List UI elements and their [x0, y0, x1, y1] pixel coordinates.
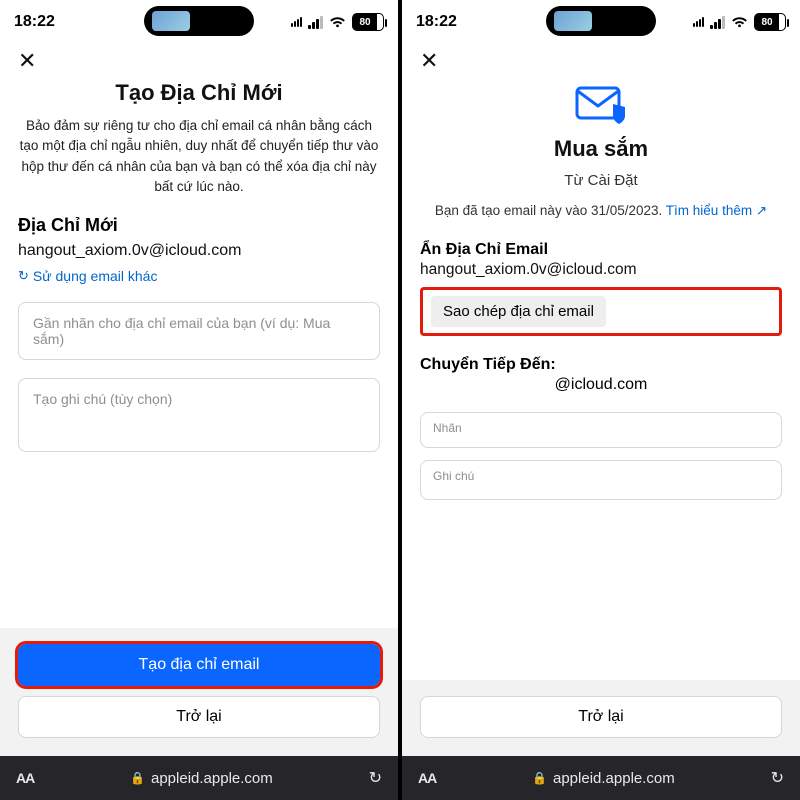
- dynamic-island: [144, 6, 254, 36]
- label-input-placeholder: Gần nhãn cho địa chỉ email của bạn (ví d…: [33, 315, 365, 347]
- island-media-thumb: [554, 11, 592, 31]
- page-subtitle: Từ Cài Đặt: [420, 172, 782, 189]
- page-title: Mua sắm: [420, 136, 782, 162]
- cellular-icon: [308, 16, 323, 29]
- back-button[interactable]: Trở lại: [18, 696, 380, 738]
- hide-email-value: hangout_axiom.0v@icloud.com: [420, 261, 782, 279]
- back-button-label: Trở lại: [578, 708, 623, 726]
- back-button[interactable]: Trở lại: [420, 696, 782, 738]
- copy-email-label: Sao chép địa chỉ email: [443, 303, 594, 320]
- footer: Tạo địa chỉ email Trở lại: [0, 628, 398, 756]
- lock-icon: 🔒: [532, 771, 547, 785]
- reload-icon[interactable]: ↻: [369, 768, 382, 788]
- new-address-label: Địa Chỉ Mới: [18, 215, 380, 236]
- audio-bars-icon: [291, 17, 302, 27]
- mail-shield-icon: [420, 84, 782, 126]
- note-field-caption: Ghi chú: [433, 469, 769, 483]
- url-text: appleid.apple.com: [553, 770, 675, 787]
- phone-left: 18:22 80 ✕ Tạo Địa Chỉ Mới Bảo đảm sự ri…: [0, 0, 400, 800]
- text-size-button[interactable]: AA: [16, 770, 34, 786]
- label-field[interactable]: Nhãn: [420, 412, 782, 448]
- page-description: Bảo đảm sự riêng tư cho địa chỉ email cá…: [18, 116, 380, 197]
- new-address-value: hangout_axiom.0v@icloud.com: [18, 242, 380, 260]
- reload-icon[interactable]: ↻: [771, 768, 784, 788]
- wifi-icon: [731, 16, 748, 29]
- learn-more-link[interactable]: Tìm hiểu thêm ↗: [666, 203, 767, 218]
- note-input[interactable]: Tạo ghi chú (tùy chọn): [18, 378, 380, 452]
- refresh-icon: ↻: [18, 268, 29, 284]
- forward-to-label: Chuyển Tiếp Đến:: [420, 356, 782, 374]
- url-display[interactable]: 🔒 appleid.apple.com: [130, 770, 273, 787]
- copy-email-button[interactable]: Sao chép địa chỉ email: [431, 296, 606, 327]
- back-button-label: Trở lại: [176, 708, 221, 726]
- use-other-email-label: Sử dụng email khác: [33, 268, 158, 284]
- create-email-label: Tạo địa chỉ email: [139, 656, 260, 674]
- copy-email-highlight: Sao chép địa chỉ email: [420, 287, 782, 336]
- close-icon[interactable]: ✕: [18, 48, 380, 74]
- lock-icon: 🔒: [130, 771, 145, 785]
- url-text: appleid.apple.com: [151, 770, 273, 787]
- create-email-button[interactable]: Tạo địa chỉ email: [18, 644, 380, 686]
- hide-email-label: Ẩn Địa Chỉ Email: [420, 241, 782, 259]
- cellular-icon: [710, 16, 725, 29]
- status-time: 18:22: [416, 13, 476, 31]
- note-input-placeholder: Tạo ghi chú (tùy chọn): [33, 391, 365, 407]
- dynamic-island: [546, 6, 656, 36]
- status-bar: 18:22 80: [402, 0, 800, 44]
- island-media-thumb: [152, 11, 190, 31]
- safari-bar: AA 🔒 appleid.apple.com ↻: [402, 756, 800, 800]
- url-display[interactable]: 🔒 appleid.apple.com: [532, 770, 675, 787]
- text-size-button[interactable]: AA: [418, 770, 436, 786]
- footer: Trở lại: [402, 680, 800, 756]
- battery-icon: 80: [352, 13, 384, 31]
- created-info-text: Bạn đã tạo email này vào 31/05/2023.: [435, 203, 666, 218]
- status-bar: 18:22 80: [0, 0, 398, 44]
- audio-bars-icon: [693, 17, 704, 27]
- label-field-caption: Nhãn: [433, 421, 769, 435]
- status-time: 18:22: [14, 13, 74, 31]
- use-other-email-link[interactable]: ↻ Sử dụng email khác: [18, 268, 380, 284]
- label-input[interactable]: Gần nhãn cho địa chỉ email của bạn (ví d…: [18, 302, 380, 360]
- battery-icon: 80: [754, 13, 786, 31]
- note-field[interactable]: Ghi chú: [420, 460, 782, 500]
- close-icon[interactable]: ✕: [420, 48, 782, 74]
- wifi-icon: [329, 16, 346, 29]
- safari-bar: AA 🔒 appleid.apple.com ↻: [0, 756, 398, 800]
- page-title: Tạo Địa Chỉ Mới: [18, 80, 380, 106]
- phone-right: 18:22 80 ✕ Mua sắm Từ Cài Đặ: [400, 0, 800, 800]
- created-info: Bạn đã tạo email này vào 31/05/2023. Tìm…: [420, 203, 782, 219]
- forward-to-value: @icloud.com: [420, 376, 782, 394]
